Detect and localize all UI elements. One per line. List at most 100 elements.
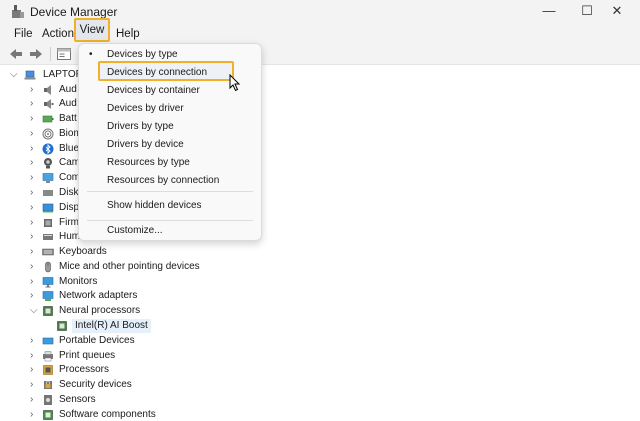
- menu-view[interactable]: View: [74, 18, 110, 42]
- tree-category-label: Mice and other pointing devices: [59, 260, 200, 272]
- tree-category-label: Disk: [59, 186, 79, 198]
- tree-category-label: Blue: [59, 142, 80, 154]
- tree-category-row[interactable]: ⌵ Neural processors: [30, 304, 430, 319]
- firmware-icon: [44, 218, 52, 227]
- chevron-right-icon[interactable]: ›: [30, 363, 38, 377]
- tree-category-row[interactable]: › Security devices: [30, 378, 430, 393]
- chevron-right-icon[interactable]: ›: [30, 171, 38, 185]
- menu-item-label: Customize...: [107, 225, 163, 236]
- menu-separator: [87, 220, 253, 221]
- menu-item-label: Drivers by device: [107, 139, 184, 150]
- menu-item-label: Devices by connection: [107, 67, 208, 78]
- portable-device-icon: [42, 337, 54, 345]
- chevron-right-icon[interactable]: ›: [30, 260, 38, 274]
- tree-category-label: Software components: [59, 408, 156, 420]
- laptop-icon: [24, 70, 36, 80]
- chevron-right-icon[interactable]: ›: [30, 127, 38, 141]
- tree-category-row[interactable]: › Processors: [30, 363, 430, 378]
- chevron-right-icon[interactable]: ›: [30, 393, 38, 407]
- bluetooth-icon: [42, 143, 54, 155]
- tree-category-label: Firm: [59, 216, 79, 228]
- menu-item-resources-by-connection[interactable]: Resources by connection: [79, 172, 261, 190]
- menu-item-label: Devices by type: [107, 49, 178, 60]
- chevron-down-icon[interactable]: ⌵: [10, 68, 18, 82]
- display-adapter-icon: [42, 203, 54, 213]
- tree-category-row[interactable]: › Print queues: [30, 349, 430, 364]
- menu-item-label: Resources by type: [107, 157, 190, 168]
- chevron-right-icon[interactable]: ›: [30, 201, 38, 215]
- chevron-right-icon[interactable]: ›: [30, 156, 38, 170]
- tree-category-label: Sensors: [59, 393, 96, 405]
- computer-icon: [42, 173, 54, 184]
- hid-icon: [43, 234, 53, 241]
- menu-item-drivers-by-device[interactable]: Drivers by device: [79, 136, 261, 154]
- tree-category-row[interactable]: › Sensors: [30, 393, 430, 408]
- menu-item-show-hidden-devices[interactable]: Show hidden devices: [79, 197, 261, 215]
- forward-arrow-icon[interactable]: [28, 46, 44, 62]
- chevron-right-icon[interactable]: ›: [30, 83, 38, 97]
- chevron-right-icon[interactable]: ›: [30, 216, 38, 230]
- tree-category-label: Disp: [59, 201, 80, 213]
- tree-device-row[interactable]: Intel(R) AI Boost: [56, 318, 256, 334]
- menu-item-customize[interactable]: Customize...: [79, 222, 261, 240]
- chevron-right-icon[interactable]: ›: [30, 97, 38, 111]
- menu-help[interactable]: Help: [116, 26, 140, 42]
- bullet-check-icon: •: [89, 49, 93, 60]
- tree-category-row[interactable]: › Keyboards: [30, 245, 430, 260]
- tree-category-label: Com: [59, 172, 81, 184]
- chevron-right-icon[interactable]: ›: [30, 349, 38, 363]
- tree-category-row[interactable]: › Portable Devices: [30, 334, 430, 349]
- software-component-icon: [43, 409, 53, 420]
- tree-category-row[interactable]: › Monitors: [30, 275, 430, 290]
- tree-category-row[interactable]: › Network adapters: [30, 289, 430, 304]
- chevron-right-icon[interactable]: ›: [30, 186, 38, 200]
- sensor-icon: [44, 394, 52, 405]
- device-manager-app-icon: [12, 5, 24, 18]
- menu-item-devices-by-type[interactable]: • Devices by type: [79, 46, 261, 64]
- camera-icon: [44, 158, 52, 169]
- menu-separator: [87, 191, 253, 192]
- chevron-right-icon[interactable]: ›: [30, 378, 38, 392]
- tree-category-label: Keyboards: [59, 246, 107, 258]
- tree-category-row[interactable]: › Mice and other pointing devices: [30, 260, 430, 275]
- menu-file[interactable]: File: [14, 26, 33, 42]
- menu-action[interactable]: Action: [42, 26, 74, 42]
- chevron-down-icon[interactable]: ⌵: [30, 304, 38, 318]
- menu-item-drivers-by-type[interactable]: Drivers by type: [79, 118, 261, 136]
- chevron-right-icon[interactable]: ›: [30, 334, 38, 348]
- scrollbar[interactable]: [629, 66, 640, 421]
- chevron-right-icon[interactable]: ›: [30, 245, 38, 259]
- chevron-right-icon[interactable]: ›: [30, 142, 38, 156]
- menu-item-resources-by-type[interactable]: Resources by type: [79, 154, 261, 172]
- chevron-right-icon[interactable]: ›: [30, 289, 38, 303]
- properties-icon[interactable]: [56, 46, 72, 62]
- tree-category-label: Print queues: [59, 349, 116, 361]
- close-button[interactable]: ✕: [594, 0, 640, 24]
- neural-processor-icon: [43, 306, 53, 316]
- mouse-cursor-icon: [229, 74, 241, 92]
- network-adapter-icon: [42, 291, 54, 302]
- menu-item-label: Resources by connection: [107, 175, 220, 186]
- tree-category-label: Cam: [59, 157, 81, 169]
- tree-category-row[interactable]: › Software components: [30, 408, 430, 421]
- audio-input-icon: [44, 99, 54, 110]
- tree-root-label: LAPTOP: [43, 69, 83, 80]
- menu-item-label: Devices by container: [107, 85, 200, 96]
- chevron-right-icon[interactable]: ›: [30, 275, 38, 289]
- menu-item-label: Show hidden devices: [107, 200, 202, 211]
- chevron-right-icon[interactable]: ›: [30, 230, 38, 244]
- chevron-right-icon[interactable]: ›: [30, 408, 38, 421]
- menu-item-devices-by-driver[interactable]: Devices by driver: [79, 100, 261, 118]
- processor-icon: [43, 365, 53, 376]
- tree-category-label: Processors: [59, 364, 110, 376]
- mouse-icon: [45, 261, 51, 273]
- tree-category-label: Network adapters: [59, 290, 138, 302]
- menu-item-label: Devices by driver: [107, 103, 184, 114]
- tree-device-label: Intel(R) AI Boost: [72, 318, 151, 333]
- tree-category-label: Security devices: [59, 379, 132, 391]
- disk-icon: [43, 189, 53, 196]
- window-title: Device Manager: [30, 5, 118, 19]
- back-arrow-icon[interactable]: [8, 46, 24, 62]
- chevron-right-icon[interactable]: ›: [30, 112, 38, 126]
- fingerprint-icon: [42, 128, 54, 140]
